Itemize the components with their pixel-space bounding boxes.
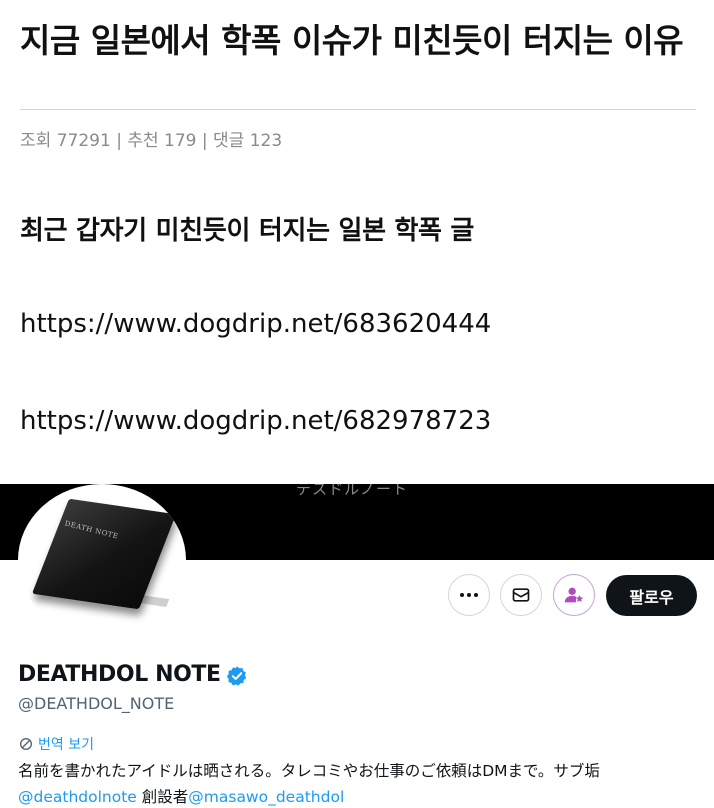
views-count: 77291 [56,131,111,151]
post-title: 지금 일본에서 학폭 이슈가 미친듯이 터지는 이유 [20,21,684,60]
body-heading: 최근 갑자기 미친듯이 터지는 일본 학폭 글 [20,216,475,246]
envelope-icon [512,588,530,602]
likes-count: 179 [164,131,197,151]
more-options-button[interactable] [448,574,490,616]
bio-text-line2: @deathdolnote 創設者@masawo_deathdol [18,785,708,807]
handle: @DEATHDOL_NOTE [18,694,175,713]
body-link[interactable]: https://www.dogdrip.net/683620444 [20,309,491,339]
display-name: DEATHDOL NOTE [18,662,221,687]
likes-label: 추천 [127,131,159,151]
subscribe-button[interactable] [553,574,595,616]
meta-separator: | [116,131,122,151]
body-link[interactable]: https://www.dogdrip.net/682978723 [20,406,491,436]
comments-label: 댓글 [213,131,245,151]
avatar[interactable]: DEATH NOTE [18,484,186,636]
follow-button[interactable]: 팔로우 [606,575,697,616]
translate-icon [20,738,32,750]
translate-link[interactable]: 번역 보기 [18,734,94,754]
views-label: 조회 [20,131,52,151]
bio-mention-link[interactable]: @masawo_deathdol [188,788,344,806]
post-meta: 조회 77291 | 추천 179 | 댓글 123 [20,126,282,151]
translate-label[interactable]: 번역 보기 [38,734,94,754]
verified-badge-icon [226,666,247,686]
bio-text-middle: 創設者 [136,788,189,806]
title-divider [20,109,696,110]
meta-separator: | [201,131,208,151]
message-button[interactable] [500,574,542,616]
banner-text: デスドルノート [296,484,409,498]
more-icon [460,593,478,597]
bio-mention-link[interactable]: @deathdolnote [18,788,137,806]
twitter-profile-embed: デスドルノート DEATH NOTE 팔로우 DEATHDOL NOTE @DE… [0,484,714,808]
comments-count: 123 [249,131,283,151]
subscribe-user-star-icon [564,587,584,603]
bio-text: 名前を書かれたアイドルは晒される。タレコミやお仕事のご依頼はDMまで。サブ垢 [18,762,600,780]
